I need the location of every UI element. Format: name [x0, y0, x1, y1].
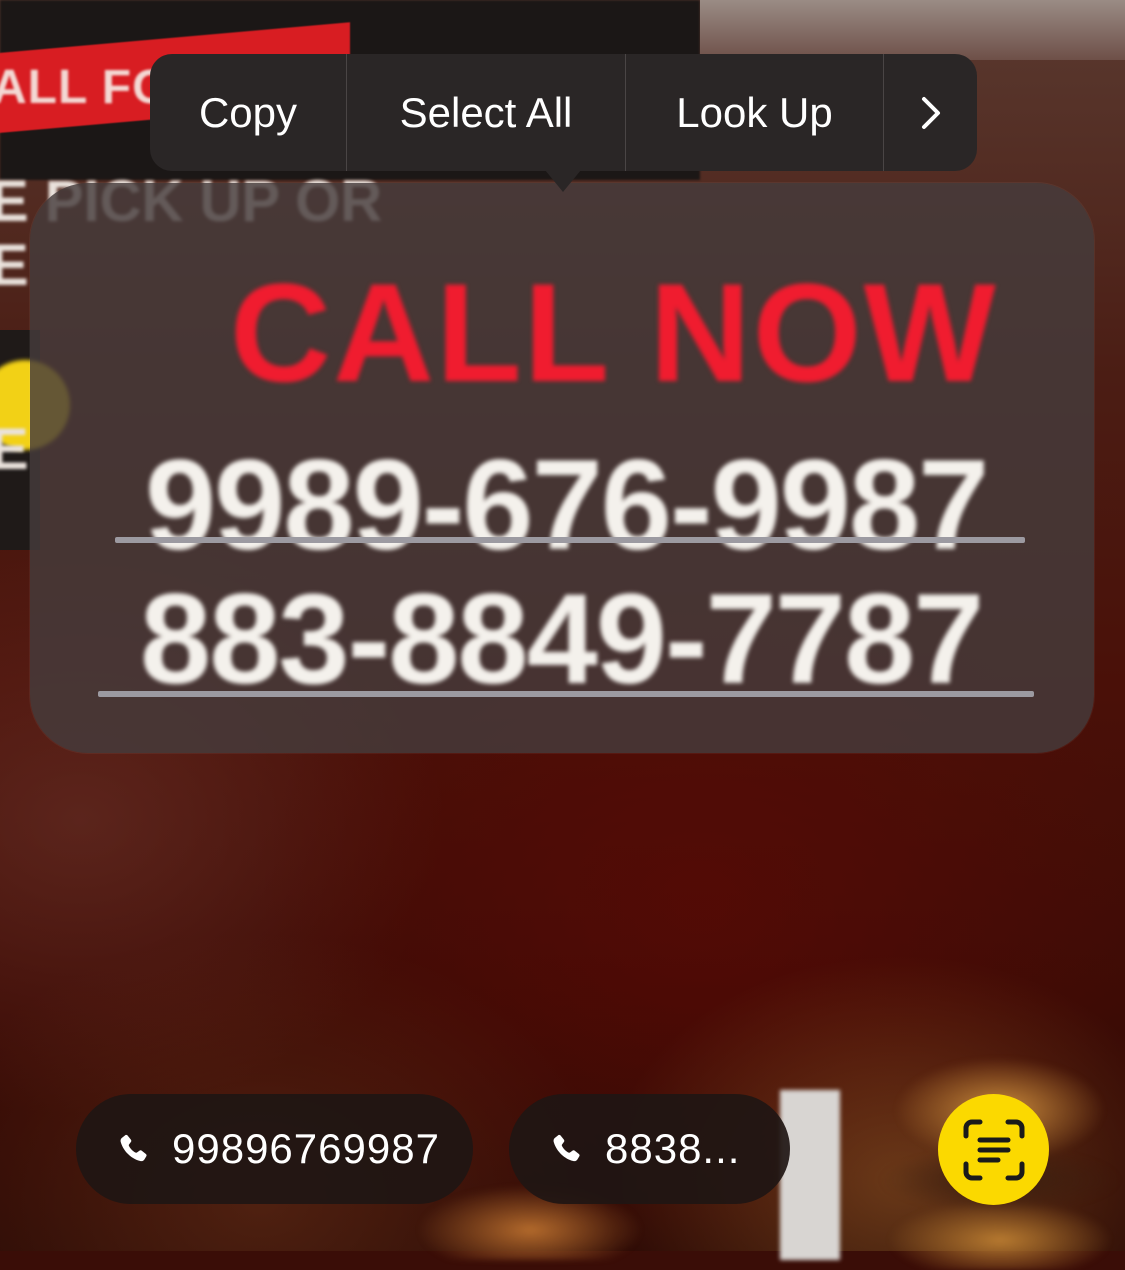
phone-link-underline — [98, 691, 1034, 697]
poster-band-text: ALL FO — [0, 61, 171, 114]
chip-label: 99896769987 — [172, 1125, 440, 1172]
call-number-chip[interactable]: 8838... — [509, 1094, 790, 1204]
select-all-button[interactable]: Select All — [347, 54, 626, 171]
live-text-button[interactable] — [938, 1094, 1049, 1205]
live-text-selection[interactable]: CALL NOW 9989-676-9987 883-8849-7787 — [30, 183, 1094, 753]
phone-icon — [549, 1132, 583, 1166]
copy-button[interactable]: Copy — [150, 54, 347, 171]
photo-white-card — [780, 1090, 840, 1260]
chip-label: 8838... — [605, 1125, 741, 1172]
text-context-menu: Copy Select All Look Up — [150, 54, 977, 171]
detected-phone-1[interactable]: 9989-676-9987 — [145, 441, 1065, 571]
menu-pointer — [545, 170, 581, 192]
poster-top-area — [700, 0, 1125, 60]
chevron-right-icon — [921, 96, 940, 129]
more-options-button[interactable] — [884, 54, 977, 171]
look-up-button[interactable]: Look Up — [626, 54, 884, 171]
live-text-scan-icon — [963, 1119, 1024, 1180]
detected-phone-2[interactable]: 883-8849-7787 — [140, 575, 1060, 705]
phone-icon — [116, 1132, 150, 1166]
phone-link-underline — [115, 537, 1025, 543]
call-number-chip[interactable]: 99896769987 — [76, 1094, 473, 1204]
detected-headline[interactable]: CALL NOW — [230, 263, 1030, 403]
